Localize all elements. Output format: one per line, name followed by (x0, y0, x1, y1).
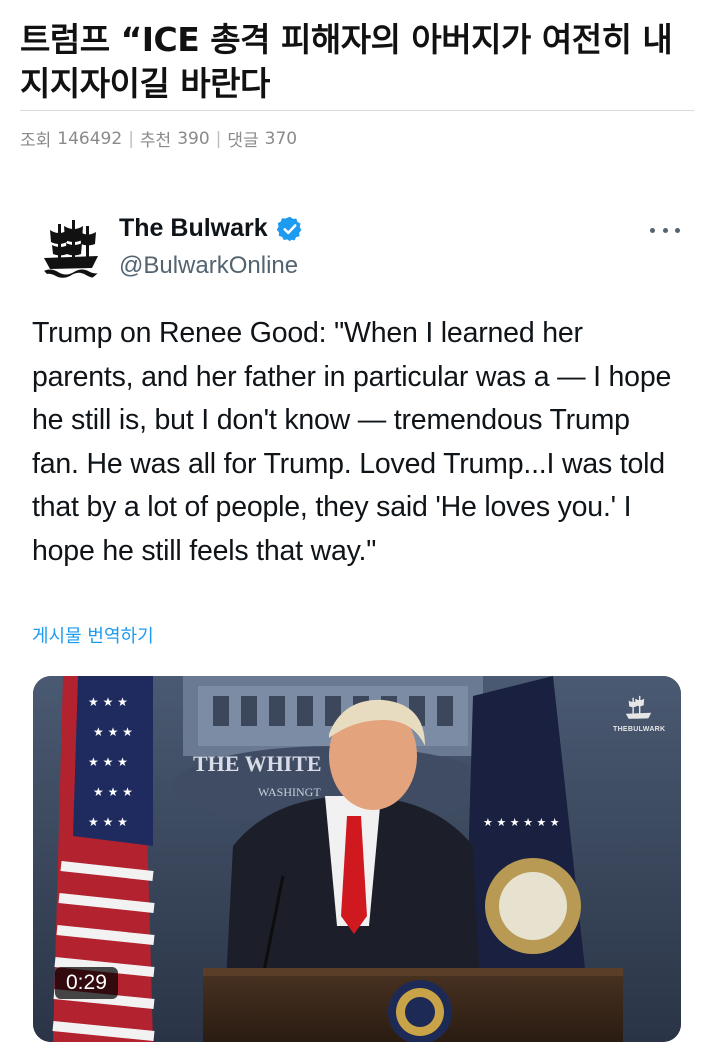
video-player[interactable]: ★ ★ ★ ★ ★ ★ ★ ★ ★ ★ ★ ★ ★ ★ ★ ★ ★ ★ ★ ★ … (33, 676, 681, 1042)
verified-badge-icon (276, 216, 302, 241)
video-duration: 0:29 (55, 967, 118, 999)
meta-separator: | (128, 128, 134, 149)
recommend-count: 390 (177, 128, 210, 149)
views-label: 조회 (20, 131, 52, 151)
svg-text:★ ★ ★: ★ ★ ★ (88, 815, 128, 829)
video-watermark: THEBULWARK (613, 694, 665, 733)
recommend-label: 추천 (139, 131, 172, 151)
svg-text:★ ★ ★: ★ ★ ★ (88, 695, 128, 709)
author-avatar[interactable] (36, 212, 108, 284)
ship-watermark-icon (625, 695, 652, 719)
embedded-tweet: The Bulwark @BulwarkOnline Trump on Rene… (0, 190, 714, 1046)
svg-text:★ ★ ★: ★ ★ ★ (93, 785, 133, 799)
author-name-text: The Bulwark (119, 214, 268, 242)
meta-separator: | (215, 128, 222, 149)
video-thumbnail: ★ ★ ★ ★ ★ ★ ★ ★ ★ ★ ★ ★ ★ ★ ★ ★ ★ ★ ★ ★ … (33, 676, 681, 1042)
more-dot (675, 227, 680, 233)
backdrop-subtext: WASHINGT (258, 785, 321, 799)
backdrop-text: THE WHITE (193, 751, 322, 776)
more-dot (650, 227, 655, 233)
more-dot (662, 227, 668, 233)
svg-text:★ ★ ★: ★ ★ ★ (93, 725, 133, 739)
tweet-text: Trump on Renee Good: "When I learned her… (32, 317, 672, 567)
article-title: 트럼프 “ICE 총격 피해자의 아버지가 여전히 내 지지자이길 바란다 (20, 20, 673, 103)
article-meta: 조회 146492 | 추천 390 | 댓글 370 (20, 126, 298, 152)
more-options-icon[interactable] (650, 218, 680, 242)
author-handle[interactable]: @BulwarkOnline (119, 252, 298, 280)
ship-logo-icon (42, 220, 102, 278)
title-divider (20, 110, 694, 111)
views-count: 146492 (57, 128, 123, 149)
comments-count: 370 (264, 128, 298, 149)
svg-text:★ ★ ★: ★ ★ ★ (88, 755, 128, 769)
comments-label: 댓글 (227, 131, 259, 151)
watermark-text: THEBULWARK (613, 726, 666, 733)
svg-text:★ ★ ★ ★ ★ ★: ★ ★ ★ ★ ★ ★ (483, 816, 560, 829)
author-name[interactable]: The Bulwark (119, 214, 304, 243)
translate-post-link[interactable]: 게시물 번역하기 (32, 622, 154, 648)
